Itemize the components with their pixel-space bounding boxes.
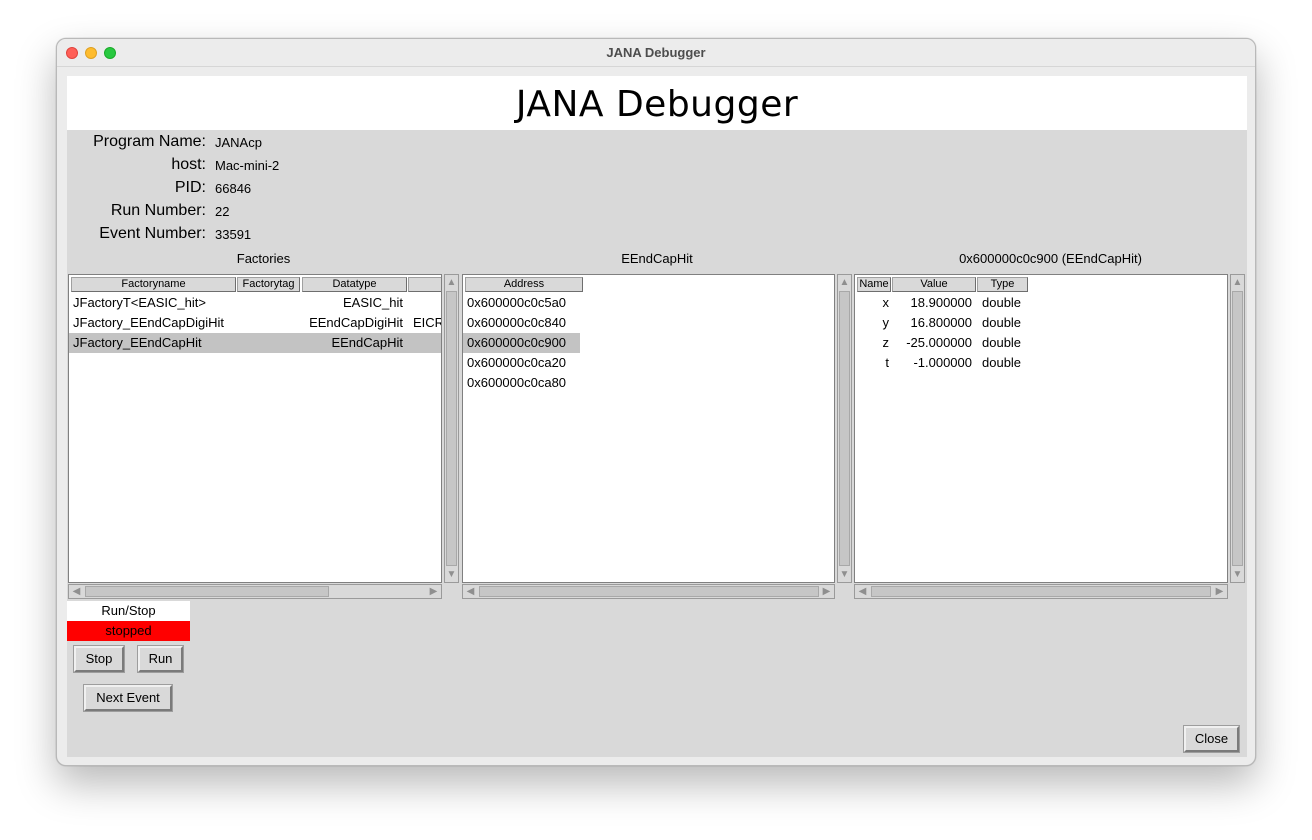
- scroll-left-icon[interactable]: ◀: [463, 585, 478, 598]
- scroll-left-icon[interactable]: ◀: [69, 585, 84, 598]
- name-column-header[interactable]: Name: [857, 277, 891, 292]
- object-row[interactable]: 0x600000c0c840: [463, 313, 834, 333]
- object-address: 0x600000c0c840: [467, 315, 567, 330]
- scroll-thumb[interactable]: [85, 586, 329, 597]
- host-value: Mac-mini-2: [215, 158, 280, 173]
- factory-extra: I: [440, 333, 441, 353]
- factory-extra: EICR: [413, 315, 442, 330]
- scroll-down-icon[interactable]: ▼: [1231, 567, 1244, 582]
- event-number-value: 33591: [215, 227, 252, 242]
- factory-datatype: EEndCapHit: [331, 335, 403, 350]
- objects-table[interactable]: Address 0x600000c0c5a0 0x600000c0c840 0x…: [462, 274, 835, 583]
- extra-column-header[interactable]: [408, 277, 441, 292]
- objects-title: EEndCapHit: [621, 251, 693, 266]
- scroll-down-icon[interactable]: ▼: [445, 567, 458, 582]
- main-content: JANA Debugger Program Name: JANAcp host:…: [67, 76, 1247, 757]
- factories-table[interactable]: Factoryname Factorytag Datatype JFactory…: [68, 274, 442, 583]
- title-bar[interactable]: JANA Debugger: [57, 39, 1255, 67]
- scroll-thumb[interactable]: [871, 586, 1211, 597]
- field-value: -1.000000: [913, 355, 972, 370]
- window-title: JANA Debugger: [606, 45, 706, 60]
- factories-title: Factories: [236, 251, 291, 266]
- scroll-right-icon[interactable]: ▶: [426, 585, 441, 598]
- scroll-right-icon[interactable]: ▶: [819, 585, 834, 598]
- factories-horizontal-scrollbar[interactable]: ◀ ▶: [68, 584, 442, 599]
- scroll-left-icon[interactable]: ◀: [855, 585, 870, 598]
- fields-table[interactable]: Name Value Type x 18.900000 double y 16.…: [854, 274, 1228, 583]
- event-number-label: Event Number:: [99, 225, 206, 242]
- field-name: y: [882, 315, 890, 330]
- fields-horizontal-scrollbar[interactable]: ◀ ▶: [854, 584, 1228, 599]
- object-row-selected[interactable]: 0x600000c0c900: [463, 333, 580, 353]
- next-event-button[interactable]: Next Event: [83, 684, 173, 712]
- pid-label: PID:: [174, 179, 206, 196]
- object-row[interactable]: 0x600000c0ca80: [463, 373, 834, 393]
- field-row[interactable]: z -25.000000 double: [855, 333, 1227, 353]
- banner: JANA Debugger: [67, 76, 1247, 130]
- scroll-thumb[interactable]: [1232, 291, 1243, 566]
- scroll-thumb[interactable]: [446, 291, 457, 566]
- host-label: host:: [171, 156, 206, 173]
- scroll-thumb[interactable]: [839, 291, 850, 566]
- objects-horizontal-scrollbar[interactable]: ◀ ▶: [462, 584, 835, 599]
- factory-datatype: EASIC_hit: [343, 295, 403, 310]
- field-row[interactable]: y 16.800000 double: [855, 313, 1227, 333]
- field-name: t: [885, 355, 889, 370]
- object-address: 0x600000c0c5a0: [467, 295, 567, 310]
- factory-row-selected[interactable]: JFactory_EEndCapHit EEndCapHit I: [69, 333, 441, 353]
- datatype-column-header[interactable]: Datatype: [302, 277, 407, 292]
- address-column-header[interactable]: Address: [465, 277, 583, 292]
- field-value: 18.900000: [910, 295, 972, 310]
- object-row[interactable]: 0x600000c0c5a0: [463, 293, 834, 313]
- scroll-up-icon[interactable]: ▲: [445, 275, 458, 290]
- field-row[interactable]: x 18.900000 double: [855, 293, 1227, 313]
- fields-title: 0x600000c0c900 (EEndCapHit): [959, 251, 1142, 266]
- factories-vertical-scrollbar[interactable]: ▲ ▼: [444, 274, 459, 583]
- factoryname-column-header[interactable]: Factoryname: [71, 277, 236, 292]
- object-address: 0x600000c0ca20: [467, 355, 567, 370]
- field-type: double: [982, 355, 1022, 370]
- object-address: 0x600000c0ca80: [467, 375, 567, 390]
- scroll-up-icon[interactable]: ▲: [1231, 275, 1244, 290]
- close-button[interactable]: Close: [1183, 725, 1240, 753]
- field-name: x: [882, 295, 890, 310]
- pid-value: 66846: [215, 181, 252, 196]
- factory-row[interactable]: JFactoryT<EASIC_hit> EASIC_hit: [69, 293, 441, 313]
- scroll-thumb[interactable]: [479, 586, 819, 597]
- run-number-label: Run Number:: [110, 202, 206, 219]
- factory-datatype: EEndCapDigiHit: [309, 315, 403, 330]
- run-stop-label: Run/Stop: [67, 601, 190, 621]
- app-window: JANA Debugger JANA Debugger Program Name…: [56, 38, 1256, 766]
- banner-title: JANA Debugger: [515, 84, 799, 125]
- factorytag-column-header[interactable]: Factorytag: [237, 277, 300, 292]
- factory-row[interactable]: JFactory_EEndCapDigiHit EEndCapDigiHit E…: [69, 313, 441, 333]
- run-button[interactable]: Run: [137, 645, 184, 673]
- field-type: double: [982, 315, 1022, 330]
- object-row[interactable]: 0x600000c0ca20: [463, 353, 834, 373]
- field-value: -25.000000: [906, 335, 972, 350]
- program-name-label: Program Name:: [93, 133, 206, 150]
- run-status-indicator: stopped: [67, 621, 190, 641]
- program-name-value: JANAcp: [215, 135, 262, 150]
- scroll-right-icon[interactable]: ▶: [1212, 585, 1227, 598]
- fields-vertical-scrollbar[interactable]: ▲ ▼: [1230, 274, 1245, 583]
- field-type: double: [982, 335, 1022, 350]
- field-name: z: [882, 335, 890, 350]
- object-address: 0x600000c0c900: [467, 335, 567, 350]
- field-value: 16.800000: [910, 315, 972, 330]
- stop-button[interactable]: Stop: [73, 645, 125, 673]
- run-number-value: 22: [215, 204, 230, 219]
- scroll-down-icon[interactable]: ▼: [838, 567, 851, 582]
- field-row[interactable]: t -1.000000 double: [855, 353, 1227, 373]
- value-column-header[interactable]: Value: [892, 277, 976, 292]
- type-column-header[interactable]: Type: [977, 277, 1028, 292]
- field-type: double: [982, 295, 1022, 310]
- scroll-up-icon[interactable]: ▲: [838, 275, 851, 290]
- objects-vertical-scrollbar[interactable]: ▲ ▼: [837, 274, 852, 583]
